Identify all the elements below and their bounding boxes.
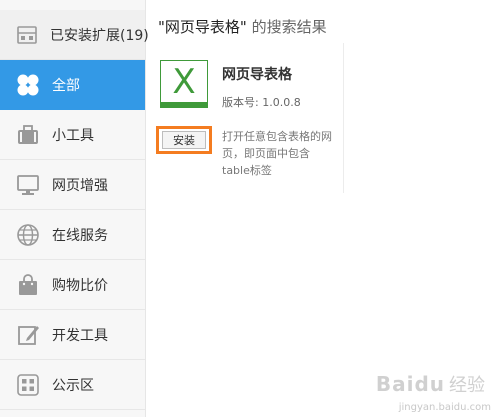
grid-box-icon <box>16 23 38 47</box>
sidebar-item-web-enhance[interactable]: 网页增强 <box>0 160 145 210</box>
monitor-icon <box>16 173 40 197</box>
sidebar-item-dev-tools[interactable]: 开发工具 <box>0 310 145 360</box>
edit-icon <box>16 323 40 347</box>
logo-bar <box>161 102 207 107</box>
sidebar-item-installed[interactable]: 已安装扩展(19) <box>0 10 149 60</box>
sidebar-item-online-service[interactable]: 在线服务 <box>0 210 145 260</box>
sidebar: 已安装扩展(19) 全部 小工具 网页增强 在线服务 购物比价 开发工具 公示区 <box>0 0 149 417</box>
search-keyword: "网页导表格" <box>158 18 247 36</box>
sidebar-item-label: 全部 <box>52 78 80 94</box>
search-suffix: 的搜索结果 <box>246 18 327 36</box>
sidebar-item-label: 购物比价 <box>52 277 108 294</box>
briefcase-icon <box>16 123 40 147</box>
sidebar-item-tools[interactable]: 小工具 <box>0 110 145 160</box>
watermark: Baidu 经验 <box>376 371 485 397</box>
extension-name: 网页导表格 <box>222 67 292 83</box>
clover-icon <box>16 73 40 97</box>
search-result-title: "网页导表格" 的搜索结果 <box>158 16 327 37</box>
sidebar-item-label: 小工具 <box>52 127 94 144</box>
watermark-cn: 经验 <box>449 375 485 396</box>
extension-version: 版本号: 1.0.0.8 <box>222 96 301 109</box>
excel-logo-icon: X <box>160 60 208 108</box>
sidebar-item-label: 网页增强 <box>52 177 108 194</box>
globe-icon <box>16 223 40 247</box>
sidebar-item-shopping[interactable]: 购物比价 <box>0 260 145 310</box>
sidebar-item-label: 开发工具 <box>52 327 108 344</box>
install-button[interactable]: 安装 <box>162 131 206 149</box>
sidebar-item-public[interactable]: 公示区 <box>0 360 145 410</box>
watermark-url: jingyan.baidu.com <box>398 402 491 413</box>
sidebar-item-all[interactable]: 全部 <box>0 60 145 110</box>
shopping-bag-icon <box>16 273 40 297</box>
extension-description: 打开任意包含表格的网页，即页面中包含table标签 <box>222 130 332 177</box>
dots-grid-icon <box>16 373 40 397</box>
sidebar-item-label: 公示区 <box>52 377 94 394</box>
install-button-highlight[interactable]: 安装 <box>156 126 212 154</box>
watermark-brand: Baidu <box>375 372 445 396</box>
sidebar-item-label: 已安装扩展(19) <box>50 27 149 44</box>
logo-letter: X <box>172 62 196 102</box>
sidebar-item-label: 在线服务 <box>52 227 108 244</box>
